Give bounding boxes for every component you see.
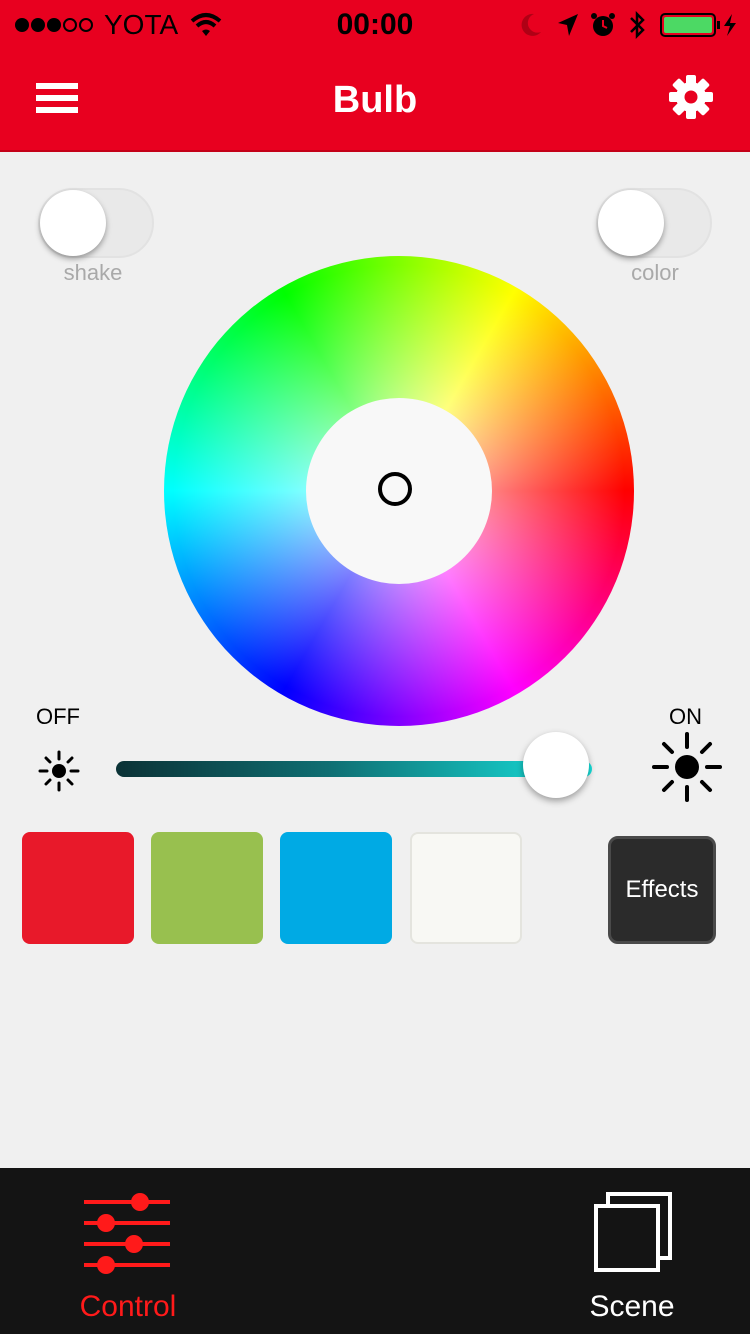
color-toggle[interactable]	[596, 188, 712, 258]
on-label: ON	[669, 704, 702, 729]
shake-toggle-knob[interactable]	[40, 190, 106, 256]
status-bar: YOTA 00:00	[0, 0, 750, 50]
swatch-white[interactable]	[410, 832, 522, 944]
brightness-track[interactable]	[116, 761, 592, 777]
alarm-clock-icon	[590, 11, 616, 39]
tab-bar: Control Scene	[0, 1168, 750, 1334]
tab-scene[interactable]: Scene	[532, 1168, 732, 1334]
tab-scene-label: Scene	[589, 1290, 675, 1323]
swatch-green[interactable]	[151, 832, 263, 944]
location-arrow-icon	[556, 12, 580, 38]
shake-toggle[interactable]	[38, 188, 154, 258]
effects-button[interactable]: Effects	[608, 836, 716, 944]
brightness-slider-knob[interactable]	[522, 732, 589, 798]
bluetooth-icon	[628, 10, 646, 40]
control-panel: shake color OFF ON Effects	[0, 152, 750, 1168]
color-toggle-knob[interactable]	[598, 190, 664, 256]
color-wheel[interactable]	[164, 256, 634, 726]
gear-icon[interactable]	[668, 74, 714, 120]
brightness-high-icon	[652, 732, 722, 802]
moon-icon	[520, 12, 542, 38]
color-picker-handle[interactable]	[378, 472, 412, 506]
off-label: OFF	[36, 704, 80, 729]
battery-icon	[660, 12, 740, 38]
tab-control[interactable]: Control	[26, 1168, 226, 1334]
tab-control-label: Control	[79, 1290, 177, 1323]
swatch-red[interactable]	[22, 832, 134, 944]
page-title: Bulb	[332, 79, 418, 121]
sliders-icon	[84, 1188, 170, 1274]
shake-label: shake	[63, 260, 123, 285]
scene-icon	[592, 1190, 674, 1274]
nav-bar: Bulb	[0, 50, 750, 152]
brightness-low-icon	[38, 750, 80, 792]
swatch-blue[interactable]	[280, 832, 392, 944]
